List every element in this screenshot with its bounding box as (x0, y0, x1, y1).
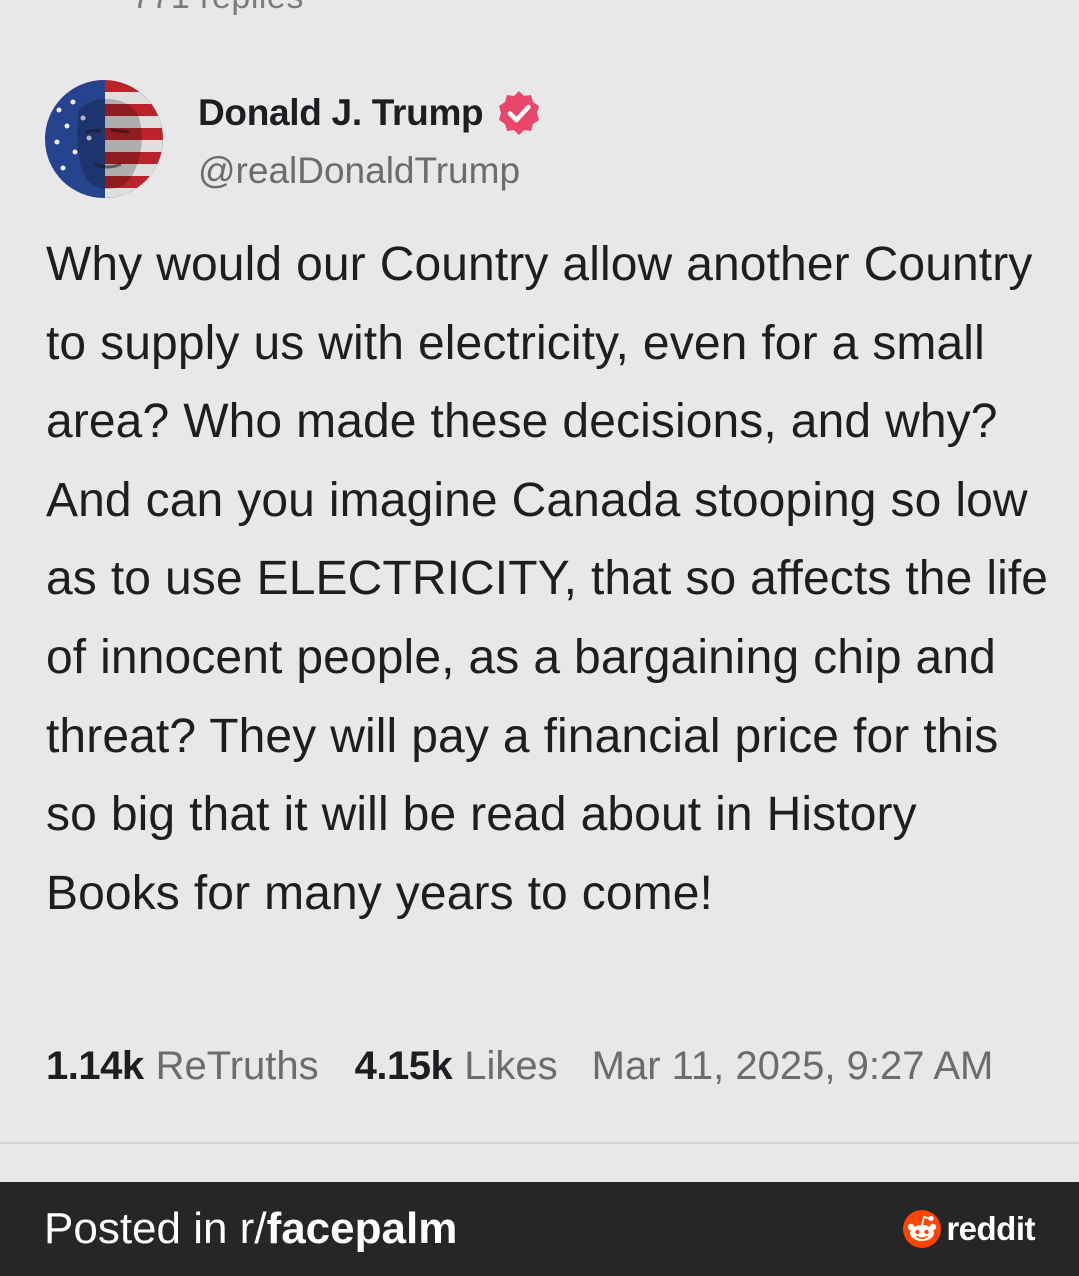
post-stats: 1.14k ReTruths 4.15k Likes Mar 11, 2025,… (46, 1038, 993, 1094)
reddit-snoo-icon (903, 1210, 942, 1248)
author-name-row[interactable]: Donald J. Trump (198, 88, 543, 138)
reddit-wordmark: reddit (946, 1210, 1035, 1247)
post-body: Why would our Country allow another Coun… (46, 238, 1049, 920)
reddit-footer-bar: Posted in r/facepalm reddit (0, 1182, 1079, 1276)
verified-badge-icon (495, 89, 543, 137)
reddit-logo: reddit (902, 1208, 1035, 1250)
post-divider (0, 1142, 1079, 1144)
subreddit-link[interactable]: facepalm (267, 1204, 458, 1253)
posted-in-label: Posted in r/facepalm (44, 1204, 457, 1254)
post-timestamp[interactable]: Mar 11, 2025, 9:27 AM (592, 1044, 994, 1089)
truth-post: Donald J. Trump @realDonaldTrump Why wou… (0, 0, 1079, 1144)
retruths-label[interactable]: ReTruths (156, 1044, 319, 1089)
avatar[interactable] (45, 80, 163, 198)
author-display-name[interactable]: Donald J. Trump (198, 92, 484, 134)
likes-count[interactable]: 4.15k (355, 1044, 453, 1089)
posted-in-prefix: Posted in r/ (44, 1204, 267, 1253)
retruths-count[interactable]: 1.14k (46, 1044, 144, 1089)
author-handle[interactable]: @realDonaldTrump (198, 150, 520, 192)
likes-label[interactable]: Likes (464, 1044, 557, 1089)
avatar-flag-portrait (45, 80, 163, 198)
